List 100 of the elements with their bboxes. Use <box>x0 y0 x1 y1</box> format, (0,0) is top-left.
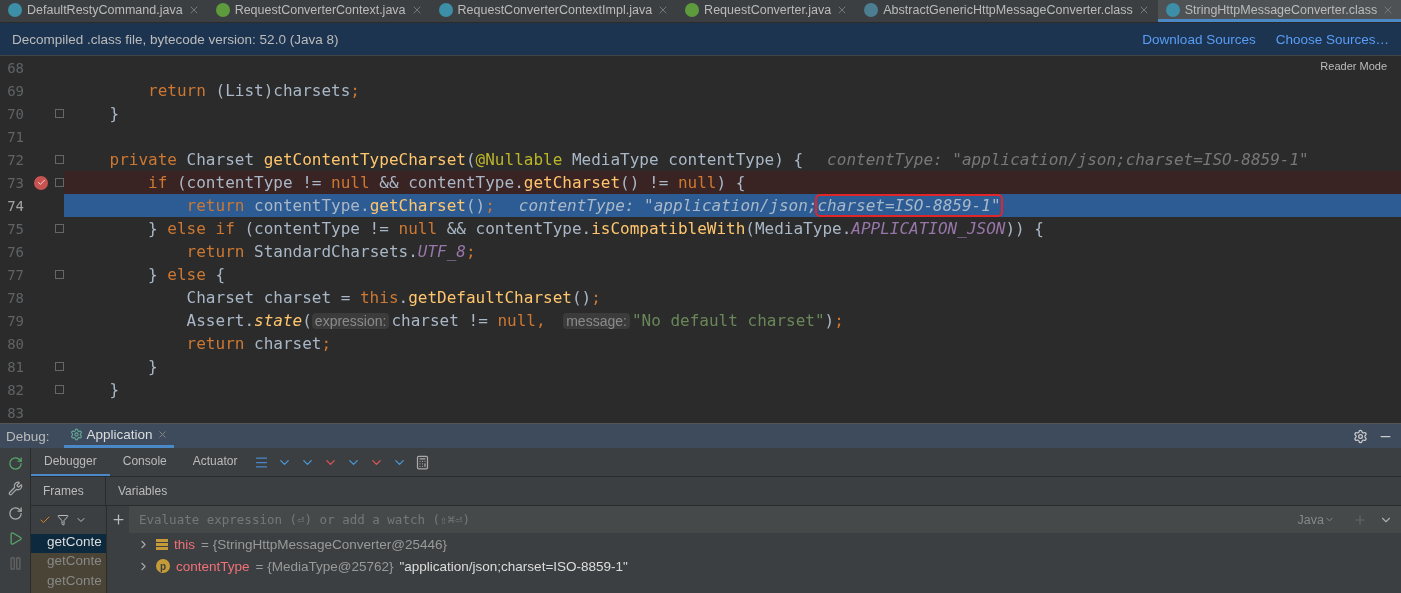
code-token: )) { <box>1005 219 1044 238</box>
variable-reference: = {MediaType@25762} <box>255 558 394 574</box>
inline-value-hint: contentType: "application/json; <box>518 196 818 215</box>
code-token: ( <box>465 150 476 169</box>
refresh-icon[interactable] <box>7 506 23 521</box>
line-number: 83 <box>6 404 24 421</box>
settings-icon[interactable] <box>1353 428 1368 444</box>
fold-icon[interactable] <box>55 155 64 164</box>
line-number: 72 <box>6 151 24 168</box>
code-token: . <box>398 288 409 307</box>
menu-icon[interactable] <box>254 454 270 470</box>
code-token: ; <box>834 311 844 330</box>
line-number: 74 <box>6 197 24 214</box>
code-token: null <box>398 219 439 238</box>
line-number: 80 <box>6 335 24 352</box>
code-token: return <box>186 196 246 215</box>
file-tab[interactable]: RequestConverter.java <box>677 0 857 22</box>
code-token: state <box>254 311 303 330</box>
code-token: @Nullable <box>475 150 564 169</box>
code-token: StandardCharsets. <box>254 242 418 261</box>
code-token: () != <box>620 173 670 192</box>
code-token: } <box>109 380 120 399</box>
calculator-icon[interactable] <box>415 454 431 470</box>
line-number: 71 <box>6 128 24 145</box>
code-token: } <box>148 219 159 238</box>
banner-link[interactable]: Choose Sources… <box>1275 31 1389 47</box>
close-icon[interactable] <box>156 429 168 440</box>
gear-icon <box>69 428 83 441</box>
line-number: 78 <box>6 289 24 306</box>
reader-mode-button[interactable]: Reader Mode <box>1320 60 1387 72</box>
file-tab[interactable]: RequestConverterContext.java <box>207 0 431 22</box>
code-token: ; <box>465 242 476 261</box>
line-number: 70 <box>6 105 24 122</box>
code-token: ( <box>302 311 312 330</box>
line-number: 81 <box>6 358 24 375</box>
file-tab[interactable]: AbstractGenericHttpMessageConverter.class <box>856 0 1158 22</box>
line-number: 79 <box>6 312 24 329</box>
code-token: ; <box>591 288 601 307</box>
line-number: 82 <box>6 381 24 398</box>
debugger-tab[interactable]: Console <box>109 448 180 476</box>
debugger-tab[interactable]: Actuator <box>179 448 251 476</box>
file-tab[interactable]: StringHttpMessageConverter.class <box>1157 0 1401 22</box>
code-token: "No default charset" <box>631 311 825 330</box>
code-token: () <box>571 288 592 307</box>
highlighted-hint: charset=ISO-8859-1" <box>817 196 1001 215</box>
variables-header: Variables <box>117 483 169 500</box>
line-number: 68 <box>6 59 24 76</box>
code-token: private <box>109 150 178 169</box>
code-token: (contentType != <box>244 219 390 238</box>
rerun-icon[interactable] <box>7 456 23 471</box>
code-token: getCharset <box>523 173 621 192</box>
code-token: Charset charset = <box>186 288 352 307</box>
code-token: getDefaultCharset <box>408 288 572 307</box>
code-token: contentType. <box>254 196 370 215</box>
fold-icon[interactable] <box>55 224 64 233</box>
code-token: ) { <box>716 173 746 192</box>
resume-icon[interactable] <box>7 531 23 546</box>
pause-icon[interactable] <box>7 556 23 571</box>
line-number: 76 <box>6 243 24 260</box>
code-token: (MediaType. <box>745 219 852 238</box>
code-token: Charset <box>186 150 256 169</box>
code-token: } <box>109 104 120 123</box>
code-token: else if <box>167 219 236 238</box>
code-token: ; <box>485 196 495 215</box>
code-token: { <box>215 265 226 284</box>
filter-icon[interactable] <box>57 513 69 526</box>
code-token: isCompatibleWith <box>591 219 746 238</box>
field-icon <box>156 538 168 550</box>
banner-message: Decompiled .class file, bytecode version: 52.0 (Java 8) <box>12 31 339 47</box>
fold-icon[interactable] <box>55 385 64 394</box>
debugger-tab[interactable]: Debugger <box>31 448 110 476</box>
code-token: APPLICATION_JSON <box>851 219 1006 238</box>
code-token: this <box>360 288 399 307</box>
code-token: getCharset <box>369 196 466 215</box>
parameter-hint: expression: <box>311 312 390 329</box>
inline-value-hint: contentType: "application/json;charset=ISO-8859-1" <box>827 150 1309 169</box>
code-token: ) <box>824 311 835 330</box>
variable-reference: = {StringHttpMessageConverter@25446} <box>201 536 447 552</box>
file-tab[interactable]: DefaultRestyCommand.java <box>0 0 208 22</box>
file-tab[interactable]: RequestConverterContextImpl.java <box>430 0 678 22</box>
code-token: (contentType != <box>176 173 323 192</box>
code-token: return <box>186 242 246 261</box>
fold-icon[interactable] <box>55 109 64 118</box>
code-token: } <box>148 357 158 376</box>
frame-item[interactable]: getConte <box>31 533 106 554</box>
line-number: 69 <box>6 82 24 99</box>
fold-icon[interactable] <box>55 362 64 371</box>
variable-name: contentType <box>176 558 250 574</box>
code-token: else <box>167 265 207 284</box>
variable-name: this <box>174 536 195 552</box>
line-number: 77 <box>6 266 24 283</box>
wrench-icon[interactable] <box>7 481 23 496</box>
code-token: null <box>677 173 717 192</box>
code-token: && contentType. <box>379 173 524 192</box>
code-token: Assert. <box>186 311 255 330</box>
banner-link[interactable]: Download Sources <box>1142 31 1256 47</box>
variable-value: "application/json;charset=ISO-8859-1" <box>399 558 628 574</box>
code-token: return <box>186 334 246 353</box>
code-token: () <box>465 196 486 215</box>
fold-icon[interactable] <box>55 270 64 279</box>
